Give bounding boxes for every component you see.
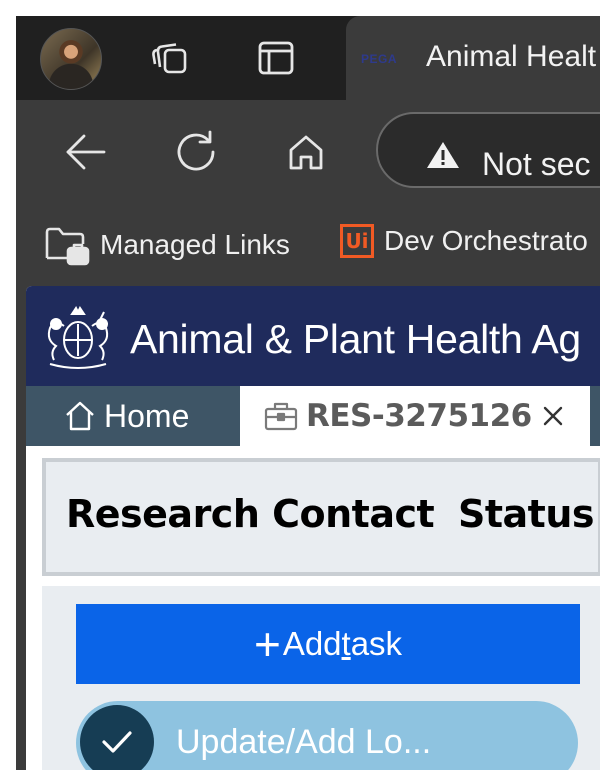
- address-bar[interactable]: Not sec: [376, 112, 600, 188]
- tab-overflow: [590, 386, 600, 446]
- plus-icon: +: [253, 618, 281, 670]
- bookmark-managed-links[interactable]: Managed Links: [44, 224, 290, 266]
- profile-avatar[interactable]: [40, 28, 102, 90]
- task-label: Update/Add Lo...: [176, 723, 432, 761]
- briefcase-icon: [264, 402, 298, 431]
- add-task-label-start: Add: [282, 625, 342, 662]
- workspaces-icon[interactable]: [150, 38, 190, 78]
- navigation-bar: Not sec: [16, 100, 600, 200]
- warning-icon: [427, 142, 459, 168]
- pega-favicon: PEGA: [361, 52, 398, 66]
- case-type-title: Research Contact: [66, 492, 435, 536]
- bookmark-label: Dev Orchestrato: [384, 225, 588, 256]
- browser-window: PEGA Animal Healt Not sec Managed Links …: [16, 16, 600, 770]
- add-task-mnemonic: t: [341, 625, 351, 662]
- home-icon: [66, 401, 94, 431]
- case-header: Research Contact Status: [42, 458, 600, 576]
- task-item[interactable]: Update/Add Lo...: [76, 701, 578, 770]
- back-icon[interactable]: [64, 130, 108, 174]
- tab-home[interactable]: Home: [26, 386, 240, 446]
- security-status-text[interactable]: Not sec: [482, 146, 590, 183]
- tab-case[interactable]: RES-3275126: [240, 386, 590, 446]
- tasks-panel: + Add t ask Update/Add Lo...: [42, 586, 600, 770]
- bookmark-dev-orchestrator[interactable]: Ui Dev Orchestrato: [340, 224, 588, 258]
- work-tabs: Home RES-3275126: [26, 386, 600, 446]
- uipath-logo-icon: Ui: [340, 224, 374, 258]
- tab-actions-icon[interactable]: [256, 38, 296, 78]
- tab-strip: PEGA Animal Healt: [16, 16, 600, 100]
- folder-briefcase-icon: [45, 227, 90, 266]
- refresh-icon[interactable]: [174, 130, 218, 174]
- bookmark-label: Managed Links: [100, 229, 290, 260]
- royal-coat-of-arms-icon: [47, 306, 109, 369]
- web-page: Animal & Plant Health Ag Home RES-327512…: [26, 286, 600, 770]
- browser-tab-active[interactable]: PEGA Animal Healt: [346, 16, 600, 100]
- favorites-bar: Managed Links Ui Dev Orchestrato: [16, 200, 600, 286]
- close-icon[interactable]: [538, 401, 568, 431]
- tab-home-label: Home: [104, 397, 190, 434]
- tab-title: Animal Healt: [426, 40, 597, 73]
- app-header: Animal & Plant Health Ag: [26, 286, 600, 386]
- check-icon: [80, 705, 154, 770]
- agency-title: Animal & Plant Health Ag: [130, 316, 581, 362]
- add-task-label-end: ask: [350, 625, 403, 662]
- home-icon[interactable]: [284, 130, 328, 174]
- tab-case-label: RES-3275126: [306, 398, 532, 434]
- case-status-label: Status: [458, 492, 595, 536]
- add-task-button[interactable]: + Add t ask: [76, 604, 580, 684]
